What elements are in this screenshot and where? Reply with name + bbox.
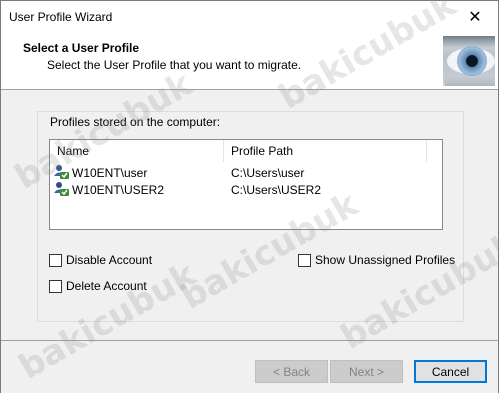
page-subtitle: Select the User Profile that you want to… bbox=[47, 58, 302, 72]
delete-account-checkbox[interactable] bbox=[49, 279, 62, 293]
wizard-header: Select a User Profile Select the User Pr… bbox=[1, 32, 498, 90]
show-unassigned-option[interactable]: Show Unassigned Profiles bbox=[298, 253, 455, 267]
profile-path: C:\Users\USER2 bbox=[231, 183, 322, 197]
profile-name: W10ENT\user bbox=[72, 166, 148, 180]
profile-path: C:\Users\user bbox=[231, 166, 305, 180]
wizard-content: Profiles stored on the computer: Name Pr… bbox=[1, 90, 498, 340]
profile-name: W10ENT\USER2 bbox=[72, 183, 165, 197]
wizard-window: User Profile Wizard ✕ Select a User Prof… bbox=[0, 0, 499, 393]
close-button[interactable]: ✕ bbox=[452, 1, 498, 32]
column-header-name[interactable]: Name bbox=[57, 144, 89, 158]
disable-account-checkbox[interactable] bbox=[49, 253, 62, 267]
list-item[interactable]: W10ENT\user C:\Users\user bbox=[50, 164, 442, 181]
column-header-path[interactable]: Profile Path bbox=[231, 144, 293, 158]
title-bar: User Profile Wizard ✕ bbox=[1, 1, 498, 32]
page-title: Select a User Profile bbox=[23, 41, 140, 55]
wizard-footer: < Back Next > Cancel bbox=[1, 341, 498, 393]
eye-banner-image bbox=[443, 36, 495, 86]
delete-account-label: Delete Account bbox=[66, 279, 147, 293]
delete-account-option[interactable]: Delete Account bbox=[49, 279, 147, 293]
user-profile-icon bbox=[54, 165, 69, 179]
list-item[interactable]: W10ENT\USER2 C:\Users\USER2 bbox=[50, 181, 442, 198]
profiles-group-label: Profiles stored on the computer: bbox=[50, 115, 221, 129]
disable-account-label: Disable Account bbox=[66, 253, 153, 267]
close-icon: ✕ bbox=[468, 8, 482, 26]
next-button[interactable]: Next > bbox=[330, 360, 403, 383]
show-unassigned-label: Show Unassigned Profiles bbox=[315, 253, 456, 267]
user-profile-icon bbox=[54, 182, 69, 196]
cancel-button[interactable]: Cancel bbox=[414, 360, 487, 383]
window-title: User Profile Wizard bbox=[9, 10, 113, 24]
profiles-group: Profiles stored on the computer: Name Pr… bbox=[37, 111, 464, 322]
profiles-list[interactable]: Name Profile Path W10ENT\user C:\Users\u… bbox=[49, 139, 443, 230]
disable-account-option[interactable]: Disable Account bbox=[49, 253, 152, 267]
show-unassigned-checkbox[interactable] bbox=[298, 253, 311, 267]
back-button[interactable]: < Back bbox=[255, 360, 328, 383]
list-header: Name Profile Path bbox=[50, 140, 442, 162]
